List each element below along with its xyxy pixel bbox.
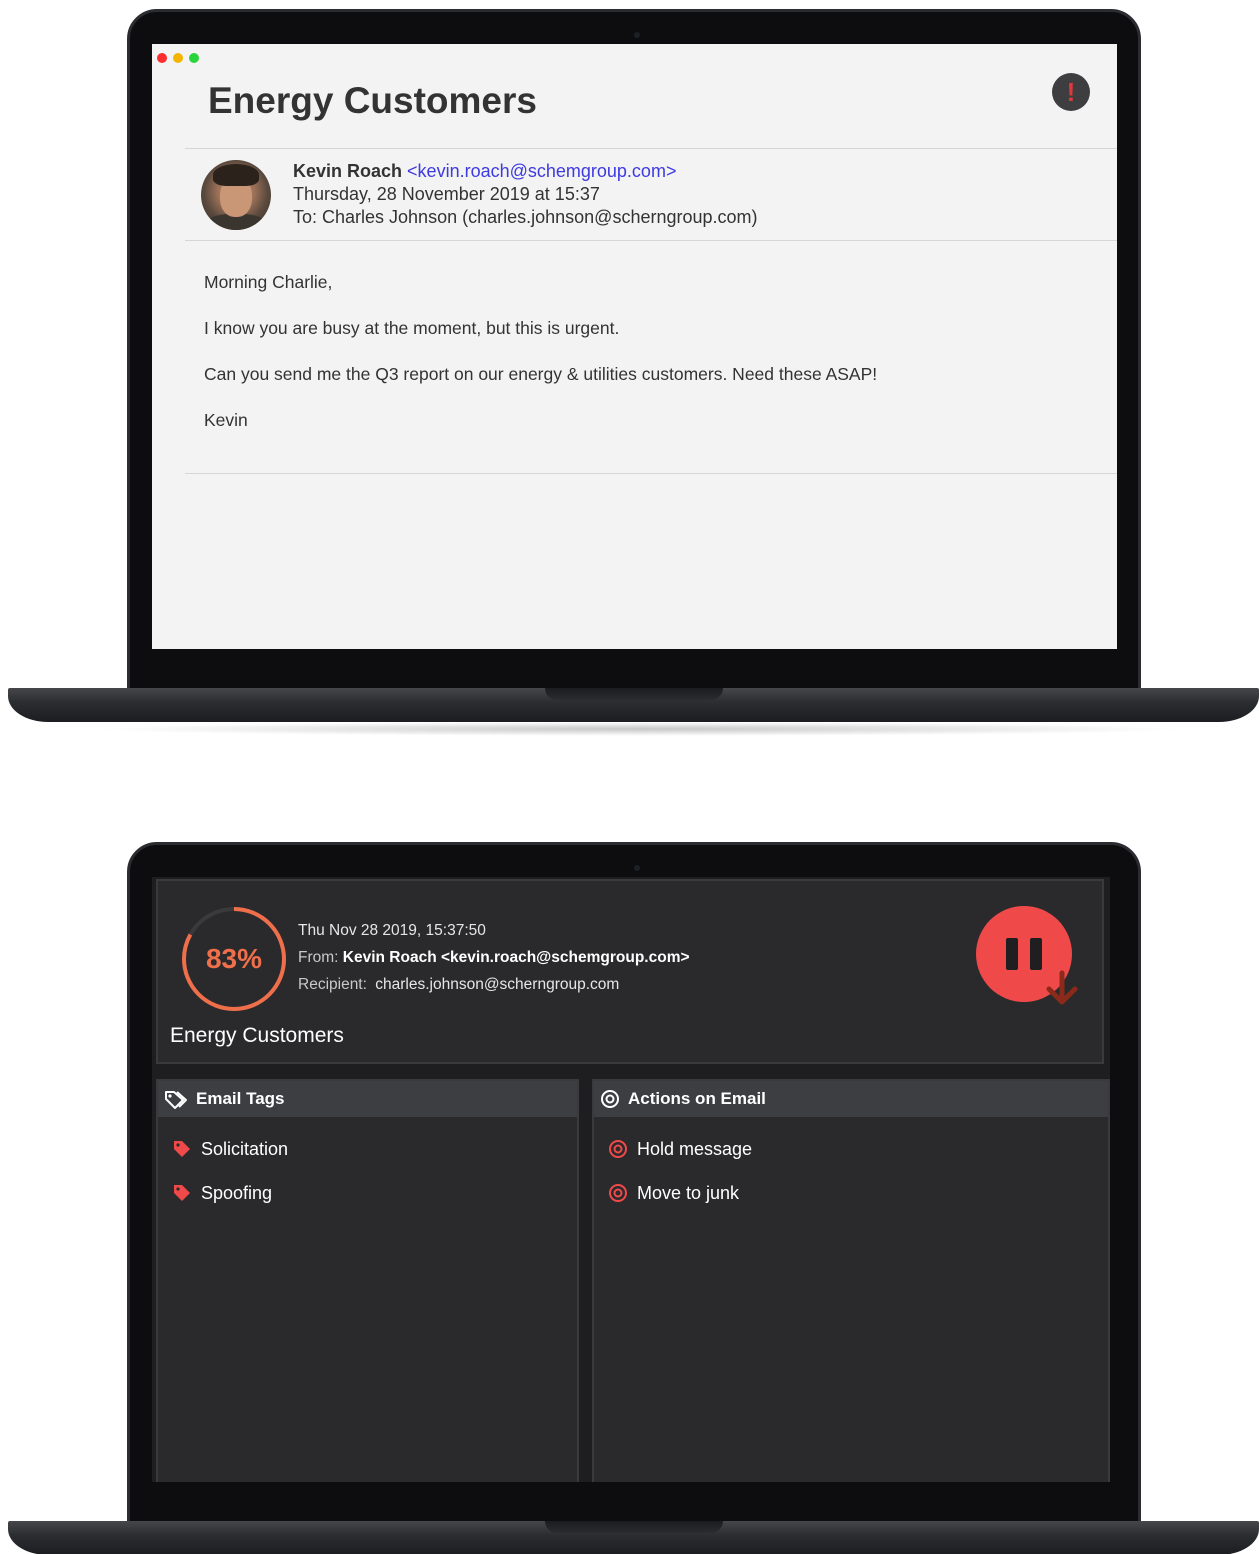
camera <box>634 865 640 871</box>
alert-glyph: ! <box>1066 76 1076 107</box>
window-controls <box>157 53 199 63</box>
security-screen: 83% Thu Nov 28 2019, 15:37:50 From: Kevi… <box>152 877 1110 1482</box>
email-body-line: Kevin <box>204 410 248 430</box>
tag-icon <box>174 1185 190 1201</box>
email-tags-title: Email Tags <box>196 1089 285 1108</box>
minimize-window-button[interactable] <box>173 53 183 63</box>
camera <box>634 32 640 38</box>
security-dashboard: 83% Thu Nov 28 2019, 15:37:50 From: Kevi… <box>152 877 1110 1482</box>
risk-score: 83% <box>205 943 263 974</box>
tag-item[interactable]: Spoofing <box>172 1171 577 1215</box>
action-label: Hold message <box>637 1138 753 1159</box>
divider <box>185 148 1117 149</box>
email-body-line: I know you are busy at the moment, but t… <box>204 318 620 338</box>
avatar <box>201 160 271 230</box>
divider <box>185 473 1117 474</box>
email-tags-header: Email Tags <box>158 1081 577 1117</box>
laptop-base <box>8 688 1259 722</box>
laptop-lid: 83% Thu Nov 28 2019, 15:37:50 From: Kevi… <box>127 842 1141 1528</box>
from-value: Kevin Roach <kevin.roach@schemgroup.com> <box>342 949 690 966</box>
laptop-lid: Energy Customers ! Kevin Roach <kevin.ro… <box>127 9 1141 693</box>
message-meta: Thu Nov 28 2019, 15:37:50 From: Kevin Ro… <box>298 917 690 998</box>
divider <box>185 240 1117 241</box>
email-body-line: Can you send me the Q3 report on our ene… <box>204 364 878 384</box>
from-label: From: <box>298 949 339 966</box>
email-date: Thursday, 28 November 2019 at 15:37 <box>293 184 600 204</box>
tags-icon <box>165 1091 187 1109</box>
sender-address-link[interactable]: <kevin.roach@schemgroup.com> <box>407 161 676 181</box>
target-icon <box>609 1140 627 1158</box>
tag-label: Solicitation <box>201 1138 289 1159</box>
tag-label: Spoofing <box>201 1182 273 1203</box>
message-summary-panel: 83% Thu Nov 28 2019, 15:37:50 From: Kevi… <box>156 879 1104 1064</box>
laptop-notch <box>545 1521 723 1533</box>
email-subject: Energy Customers <box>208 80 537 121</box>
email-screen: Energy Customers ! Kevin Roach <kevin.ro… <box>152 44 1117 649</box>
email-tags-panel: Email Tags Solicitation Spoofing <box>156 1079 579 1482</box>
email-actions-panel: Actions on Email Hold message Move to ju… <box>592 1079 1110 1482</box>
email-header: Kevin Roach <kevin.roach@schemgroup.com>… <box>293 160 758 229</box>
message-subject: Energy Customers <box>170 1024 344 1047</box>
laptop-notch <box>545 688 723 700</box>
maximize-window-button[interactable] <box>189 53 199 63</box>
laptop-base <box>8 1521 1259 1554</box>
action-hold-message[interactable]: Hold message <box>608 1127 1108 1171</box>
email-body: Morning Charlie, I know you are busy at … <box>204 272 877 456</box>
arrow-down-icon <box>1046 970 1078 1005</box>
recipient-value: charles.johnson@scherngroup.com <box>375 976 620 993</box>
target-icon <box>601 1090 619 1108</box>
target-icon <box>609 1184 627 1202</box>
laptop-shadow <box>90 722 1190 736</box>
message-timestamp: Thu Nov 28 2019, 15:37:50 <box>298 922 486 939</box>
email-body-line: Morning Charlie, <box>204 272 333 292</box>
recipient-label: Recipient: <box>298 976 367 993</box>
close-window-button[interactable] <box>157 53 167 63</box>
email-recipient: To: Charles Johnson (charles.johnson@sch… <box>293 207 758 227</box>
exclamation-circle-icon[interactable]: ! <box>1052 73 1090 111</box>
sender-name: Kevin Roach <box>293 161 403 181</box>
email-window: Energy Customers ! Kevin Roach <kevin.ro… <box>152 44 1117 649</box>
tag-item[interactable]: Solicitation <box>172 1127 577 1171</box>
action-label: Move to junk <box>637 1182 740 1203</box>
action-move-to-junk[interactable]: Move to junk <box>608 1171 1108 1215</box>
email-actions-header: Actions on Email <box>594 1081 1108 1117</box>
tag-icon <box>174 1141 190 1157</box>
email-actions-title: Actions on Email <box>628 1089 766 1108</box>
